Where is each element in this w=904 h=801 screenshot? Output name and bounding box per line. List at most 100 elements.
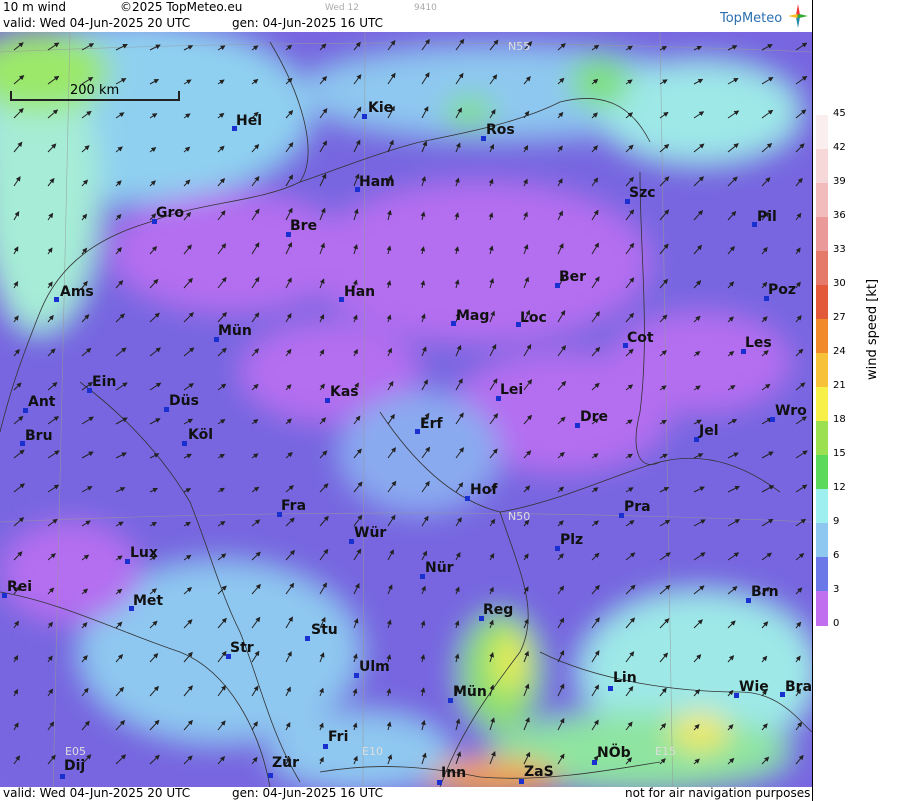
- color-bar: [816, 115, 828, 626]
- legend-tick-label: 36: [833, 210, 846, 221]
- city-label[interactable]: Lei: [500, 382, 523, 398]
- valid-time-label: valid: Wed 04-Jun-2025 20 UTC: [3, 16, 191, 30]
- city-label[interactable]: Met: [133, 593, 163, 609]
- city-label[interactable]: Rei: [7, 579, 32, 595]
- city-marker: [268, 773, 273, 778]
- city-label[interactable]: Düs: [169, 393, 199, 409]
- city-label[interactable]: Pil: [757, 209, 777, 225]
- city-label[interactable]: Hel: [236, 113, 262, 129]
- color-bar-segment: [816, 149, 828, 184]
- city-label[interactable]: Zür: [272, 755, 299, 771]
- city-label[interactable]: Ulm: [359, 659, 390, 675]
- wind-map[interactable]: 200 km N55 N50 E05 E10 E15 Hel Kie Ros H…: [0, 32, 812, 787]
- product-label: 10 m wind: [3, 0, 66, 14]
- copyright-label: ©2025 TopMeteo.eu: [120, 0, 243, 14]
- city-label[interactable]: Mün: [218, 323, 252, 339]
- city-label[interactable]: Mün: [453, 684, 487, 700]
- brand-label: TopMeteo: [720, 11, 783, 26]
- city-label[interactable]: Loc: [520, 310, 547, 326]
- city-marker: [608, 686, 613, 691]
- city-label[interactable]: Lin: [613, 670, 637, 686]
- color-legend: 45 42 39 36 33 30 27 24 21 18 15 12 9 6 3 0 wind speed …: [812, 0, 904, 801]
- city-label[interactable]: Inn: [441, 765, 466, 781]
- legend-title: wind speed [kt]: [865, 278, 880, 380]
- city-label[interactable]: Stu: [311, 622, 338, 638]
- city-label[interactable]: Ant: [28, 394, 56, 410]
- legend-tick-label: 30: [833, 278, 846, 289]
- legend-tick-label: 42: [833, 142, 846, 153]
- city-label[interactable]: Bra: [785, 679, 812, 695]
- city-label[interactable]: Bre: [290, 218, 317, 234]
- color-bar-segment: [816, 489, 828, 524]
- city-label[interactable]: Pra: [624, 499, 651, 515]
- grid-label-n50: N50: [508, 510, 531, 523]
- disclaimer-label: not for air navigation purposes: [625, 786, 811, 800]
- city-label[interactable]: Reg: [483, 602, 513, 618]
- city-marker: [362, 114, 367, 119]
- city-label[interactable]: Wro: [775, 403, 807, 419]
- city-label[interactable]: Dij: [64, 758, 85, 774]
- city-label[interactable]: Str: [230, 640, 254, 656]
- footer-generated-label: gen: 04-Jun-2025 16 UTC: [232, 786, 384, 800]
- color-bar-segment: [816, 421, 828, 456]
- city-marker: [60, 774, 65, 779]
- legend-tick-label: 33: [833, 244, 846, 255]
- grid-label-e05: E05: [65, 745, 86, 758]
- legend-tick-label: 18: [833, 414, 846, 425]
- city-label[interactable]: Fri: [328, 729, 348, 745]
- city-label[interactable]: Ros: [486, 122, 515, 138]
- city-label[interactable]: Ein: [92, 374, 116, 390]
- color-bar-segment: [816, 455, 828, 490]
- city-label[interactable]: Nür: [425, 560, 454, 576]
- city-label[interactable]: ZaS: [524, 764, 554, 780]
- topmeteo-logo[interactable]: TopMeteo: [720, 4, 812, 30]
- city-label[interactable]: Ham: [359, 174, 395, 190]
- city-label[interactable]: Cot: [627, 330, 654, 346]
- city-marker: [54, 297, 59, 302]
- city-label[interactable]: Dre: [580, 409, 608, 425]
- color-bar-segment: [816, 557, 828, 592]
- city-label[interactable]: Szc: [629, 185, 656, 201]
- city-label[interactable]: Mag: [456, 308, 489, 324]
- color-bar-segment: [816, 217, 828, 252]
- city-label[interactable]: Les: [745, 335, 772, 351]
- city-label[interactable]: Ams: [60, 284, 94, 300]
- city-label[interactable]: Brn: [751, 584, 779, 600]
- city-label[interactable]: Gro: [156, 205, 184, 221]
- city-label[interactable]: Köl: [188, 427, 213, 443]
- city-label[interactable]: Erf: [420, 416, 443, 432]
- color-bar-segment: [816, 319, 828, 354]
- model-day-label: Wed 12: [325, 3, 359, 13]
- city-label[interactable]: Jel: [699, 423, 719, 439]
- city-label[interactable]: Han: [344, 284, 375, 300]
- legend-tick-label: 0: [833, 618, 840, 629]
- city-label[interactable]: Fra: [281, 498, 306, 514]
- city-label[interactable]: Plz: [560, 532, 583, 548]
- legend-tick-label: 24: [833, 346, 846, 357]
- city-label[interactable]: Lux: [130, 545, 158, 561]
- city-label[interactable]: Wür: [354, 525, 386, 541]
- color-bar-segment: [816, 523, 828, 558]
- color-bar-segment: [816, 183, 828, 218]
- wind-field: [0, 32, 812, 787]
- city-label[interactable]: Hof: [470, 482, 497, 498]
- legend-tick-label: 21: [833, 380, 846, 391]
- grid-label-e10: E10: [362, 745, 383, 758]
- color-bar-segment: [816, 591, 828, 626]
- city-label[interactable]: Wie: [739, 679, 769, 695]
- color-bar-segment: [816, 115, 828, 150]
- compass-icon: [788, 4, 808, 28]
- city-label[interactable]: Bru: [25, 428, 53, 444]
- generated-time-label: gen: 04-Jun-2025 16 UTC: [232, 16, 384, 30]
- city-label[interactable]: Poz: [768, 282, 796, 298]
- city-marker: [182, 441, 187, 446]
- legend-tick-label: 12: [833, 482, 846, 493]
- color-bar-segment: [816, 353, 828, 388]
- header: 10 m wind ©2025 TopMeteo.eu Wed 12 9410 …: [0, 0, 812, 32]
- city-label[interactable]: NÖb: [597, 745, 631, 761]
- legend-tick-label: 27: [833, 312, 846, 323]
- scale-label: 200 km: [70, 83, 120, 98]
- city-label[interactable]: Kas: [330, 384, 359, 400]
- city-label[interactable]: Ber: [559, 269, 586, 285]
- city-label[interactable]: Kie: [368, 100, 393, 116]
